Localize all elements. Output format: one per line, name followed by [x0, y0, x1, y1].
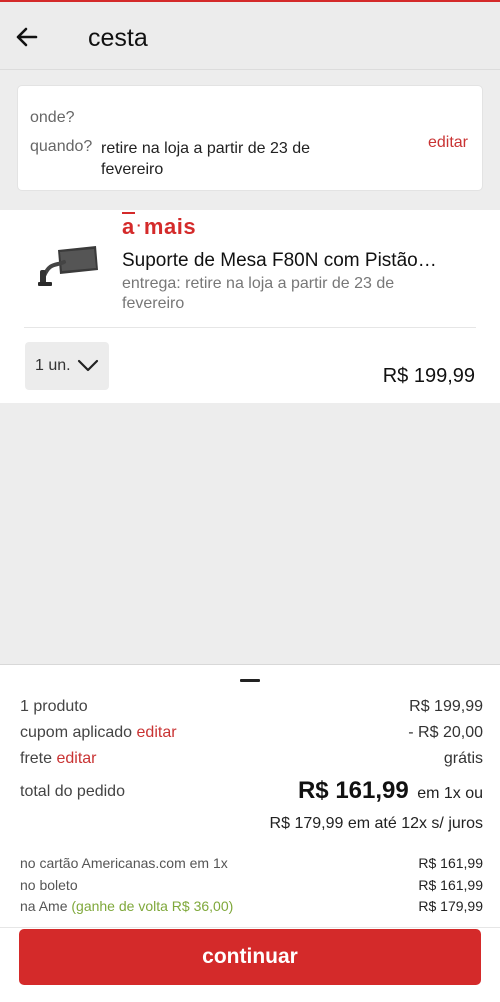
quantity-select[interactable]: 1 un.	[25, 342, 109, 390]
pay-ame-label: na Ame	[20, 898, 68, 914]
divider	[24, 327, 476, 328]
product-name[interactable]: Suporte de Mesa F80N com Pistão…	[122, 250, 452, 272]
edit-coupon-link[interactable]: editar	[137, 724, 177, 741]
coupon-label: cupom aplicado	[20, 724, 133, 741]
pickup-card: onde? quando? retire na loja a partir de…	[17, 85, 483, 191]
shipping-label: frete	[20, 750, 53, 767]
pay-card-label: no cartão Americanas.com em 1x	[20, 855, 228, 871]
pay-boleto-label: no boleto	[20, 877, 78, 893]
drag-handle[interactable]	[240, 679, 260, 682]
total-label: total do pedido	[20, 783, 125, 800]
pay-ame-cashback: (ganhe de volta R$ 36,00)	[71, 898, 234, 914]
item-price: R$ 199,99	[382, 365, 475, 387]
continue-button[interactable]: continuar	[19, 929, 481, 985]
pay-card-value: R$ 161,99	[418, 855, 483, 871]
pay-boleto-value: R$ 161,99	[418, 877, 483, 893]
brand-logo: a ·mais	[122, 212, 197, 239]
monitor-arm-icon[interactable]	[36, 240, 100, 288]
summary-row-total: total do pedido R$ 161,99 em 1x ou	[20, 777, 483, 811]
edit-shipping-link[interactable]: editar	[56, 750, 96, 767]
shipping-value: grátis	[443, 750, 483, 767]
page-title: cesta	[88, 24, 148, 52]
cart-item: a ·mais Suporte de Mesa F80N com Pistão… …	[0, 210, 500, 403]
products-label: 1 produto	[20, 698, 88, 715]
arrow-left-icon[interactable]	[14, 24, 40, 50]
installments-text: R$ 179,99 em até 12x s/ juros	[269, 815, 483, 832]
divider	[0, 927, 500, 928]
when-label: quando?	[30, 138, 93, 155]
total-suffix: em 1x ou	[417, 785, 483, 802]
chevron-down-icon	[77, 359, 99, 372]
app-bar: cesta	[0, 0, 500, 70]
products-value: R$ 199,99	[409, 698, 483, 715]
where-label: onde?	[30, 109, 75, 126]
total-value: R$ 161,99	[297, 777, 409, 804]
edit-pickup-link[interactable]: editar	[428, 134, 468, 152]
product-delivery: entrega: retire na loja a partir de 23 d…	[122, 275, 395, 312]
quantity-value: 1 un.	[35, 357, 71, 374]
coupon-value: - R$ 20,00	[408, 724, 483, 741]
order-summary: 1 produto R$ 199,99 cupom aplicado edita…	[0, 664, 500, 1002]
when-value: retire na loja a partir de 23 de feverei…	[101, 140, 311, 178]
pay-ame-value: R$ 179,99	[418, 898, 483, 914]
